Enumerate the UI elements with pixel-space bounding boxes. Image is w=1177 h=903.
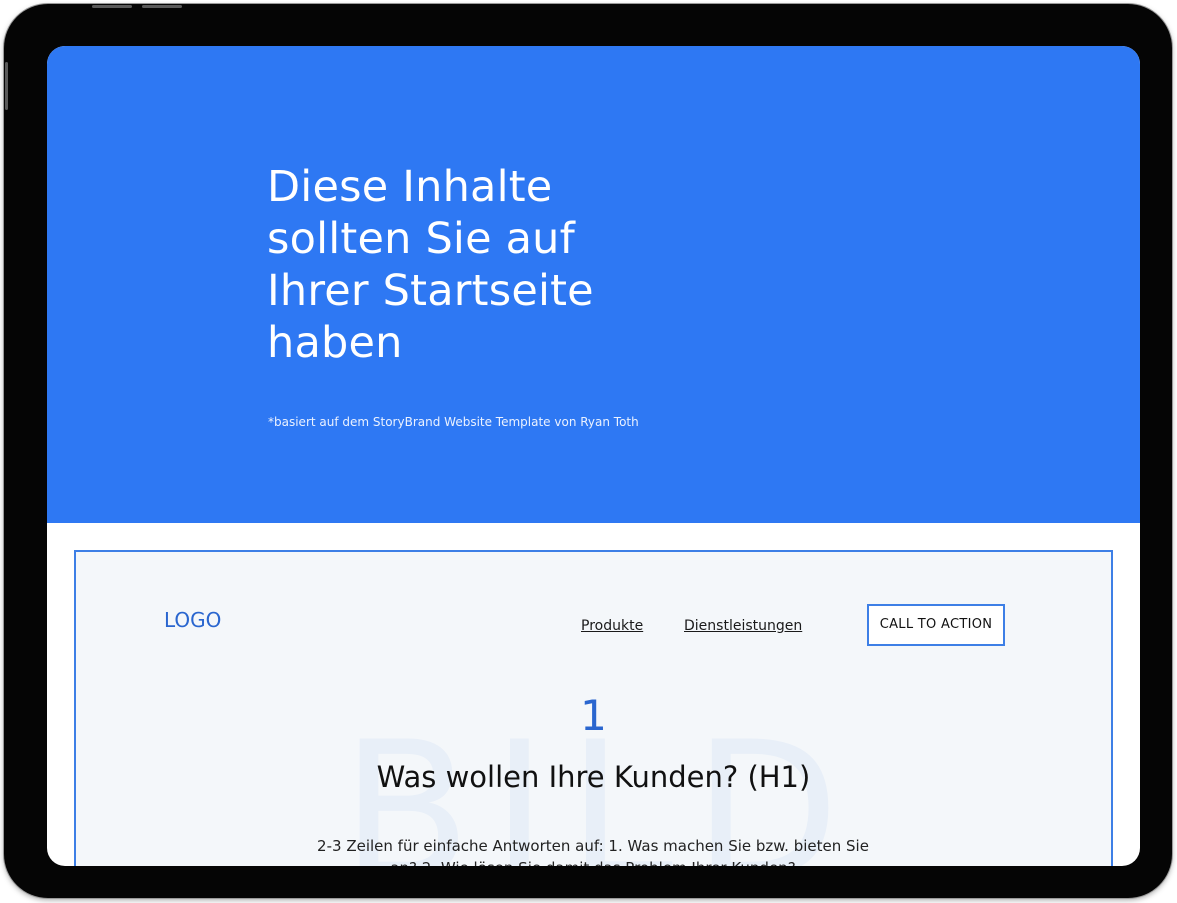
- hardware-button: [142, 5, 182, 8]
- nav-link-services[interactable]: Dienstleistungen: [684, 618, 802, 635]
- tablet-screen: Diese Inhalte sollten Sie auf Ihrer Star…: [47, 46, 1140, 866]
- hero-footnote: *basiert auf dem StoryBrand Website Temp…: [268, 415, 639, 429]
- website-mockup: BILD LOGO Produkte Dienstleistungen CALL…: [74, 550, 1113, 866]
- nav-link-products[interactable]: Produkte: [581, 618, 643, 635]
- hero-title: Diese Inhalte sollten Sie auf Ihrer Star…: [267, 162, 594, 368]
- mockup-headline: Was wollen Ihre Kunden? (H1): [376, 760, 811, 794]
- hardware-button: [5, 62, 8, 110]
- hardware-button: [92, 5, 132, 8]
- logo[interactable]: LOGO: [164, 608, 221, 632]
- step-number: 1: [580, 691, 607, 740]
- mockup-body-text: 2-3 Zeilen für einfache Antworten auf: 1…: [317, 837, 869, 866]
- hero-section: Diese Inhalte sollten Sie auf Ihrer Star…: [47, 46, 1140, 523]
- tablet-frame: Diese Inhalte sollten Sie auf Ihrer Star…: [4, 4, 1172, 898]
- call-to-action-button[interactable]: CALL TO ACTION: [867, 604, 1005, 646]
